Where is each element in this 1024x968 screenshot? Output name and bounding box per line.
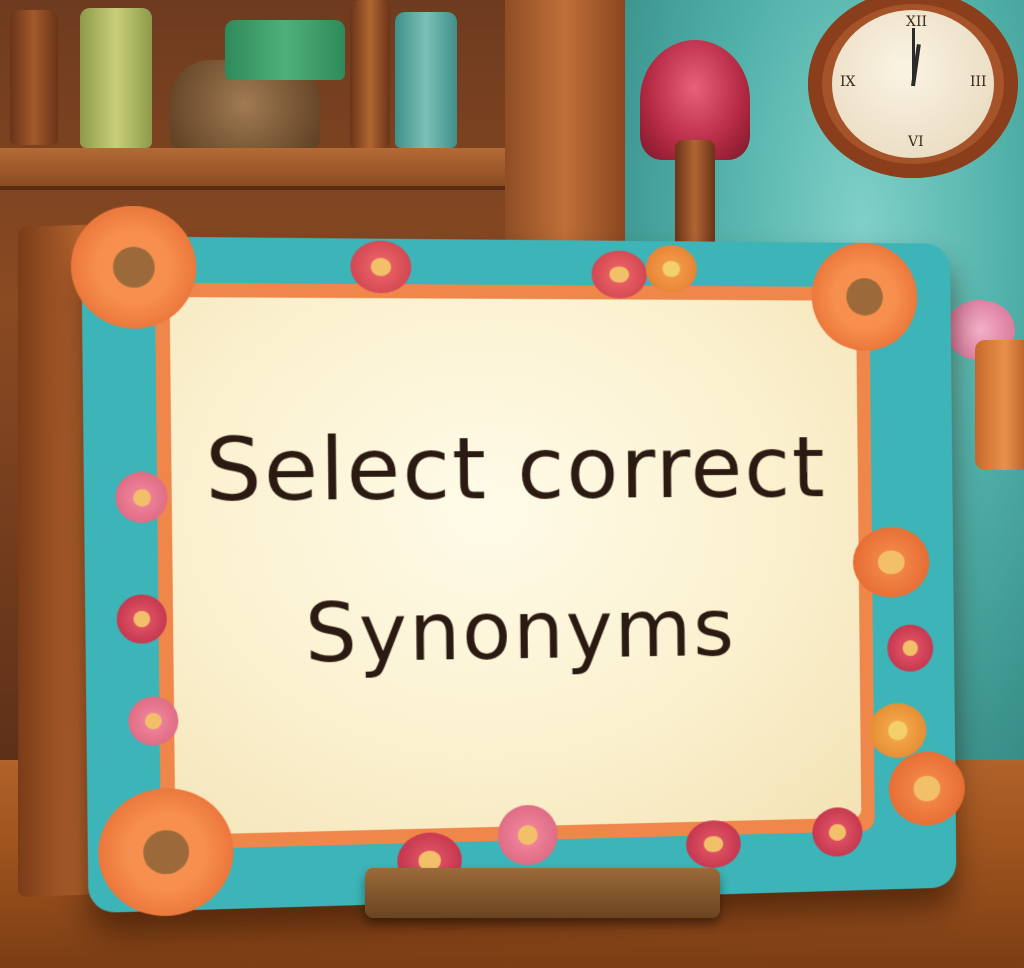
flower-icon (646, 245, 698, 293)
flower-icon (869, 703, 927, 759)
clock-face: XII III VI IX (832, 10, 994, 158)
flower-icon (591, 250, 647, 298)
shelf-jar (350, 0, 390, 148)
shelf-box (225, 20, 345, 80)
shelf-jar (80, 8, 152, 148)
lamp-base (675, 140, 715, 250)
sign-title-line-2: Synonyms (173, 580, 860, 683)
flower-icon (686, 820, 741, 869)
flower-pot (975, 340, 1024, 470)
clock-minute-hand (912, 28, 915, 86)
flower-icon (70, 205, 197, 329)
scene: XII III VI IX Select correct Synonyms (0, 0, 1024, 968)
flower-icon (811, 242, 918, 350)
shelf-jar (10, 10, 58, 145)
flower-icon (115, 472, 168, 523)
flower-icon (887, 624, 933, 672)
flower-icon (98, 787, 235, 918)
shelf-jar (395, 12, 457, 148)
shelf-board (0, 148, 520, 190)
flower-icon (853, 527, 930, 598)
sign-frame: Select correct Synonyms (81, 236, 956, 913)
sign-board: Select correct Synonyms (170, 297, 862, 835)
sign-stand (365, 868, 720, 918)
sign-title-line-1: Select correct (171, 418, 858, 521)
flower-icon (888, 751, 965, 827)
flower-icon (812, 807, 863, 857)
sign-inner-border: Select correct Synonyms (155, 283, 875, 850)
flower-icon (350, 240, 411, 293)
flower-icon (497, 804, 557, 866)
